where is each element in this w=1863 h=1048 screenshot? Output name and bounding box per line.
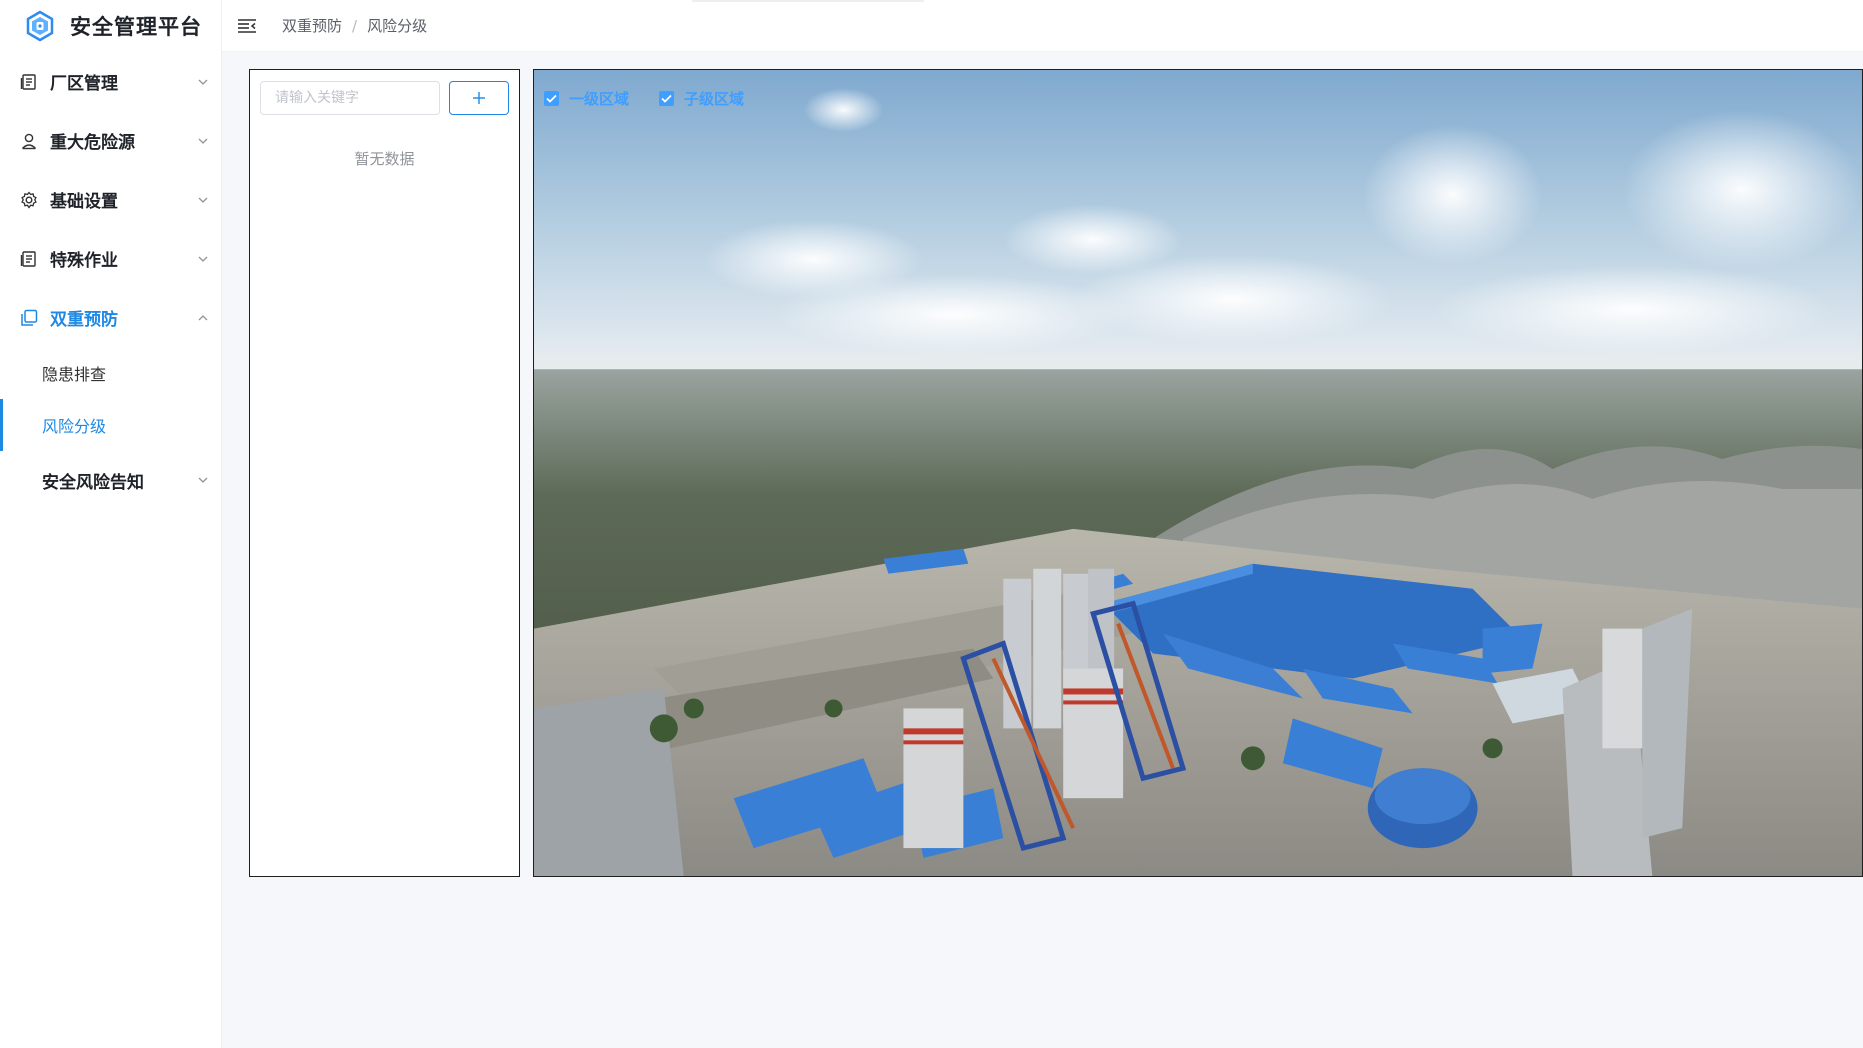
document-icon bbox=[20, 250, 38, 268]
sidebar-item-special-work[interactable]: 特殊作业 bbox=[0, 229, 221, 288]
sidebar-item-label: 厂区管理 bbox=[50, 74, 118, 94]
breadcrumb-item[interactable]: 双重预防 bbox=[282, 15, 342, 36]
layer-checkbox-label: 子级区域 bbox=[684, 90, 745, 108]
sidebar-item-label: 特殊作业 bbox=[50, 251, 118, 271]
sidebar-subitem-risk-grading[interactable]: 风险分级 bbox=[0, 399, 221, 451]
sidebar-item-label: 重大危险源 bbox=[50, 133, 135, 153]
add-area-button[interactable] bbox=[449, 81, 509, 115]
sidebar-item-hazard-source[interactable]: 重大危险源 bbox=[0, 111, 221, 170]
breadcrumb-separator: / bbox=[352, 16, 358, 35]
app-title: 安全管理平台 bbox=[70, 15, 202, 39]
logo: 安全管理平台 bbox=[0, 0, 221, 52]
checkbox-checked-icon[interactable] bbox=[544, 91, 559, 106]
chevron-down-icon bbox=[197, 194, 209, 206]
sidebar-item-label: 安全风险告知 bbox=[42, 472, 144, 493]
sidebar-item-basic-settings[interactable]: 基础设置 bbox=[0, 170, 221, 229]
sidebar-item-dual-prevention[interactable]: 双重预防 bbox=[0, 288, 221, 347]
area-tree-panel: 暂无数据 bbox=[249, 69, 520, 877]
3d-scene-panel[interactable]: 一级区域 子级区域 bbox=[533, 69, 1863, 877]
chevron-down-icon bbox=[197, 76, 209, 88]
header-decoration bbox=[692, 0, 924, 2]
layer-checkbox-primary[interactable]: 一级区域 bbox=[544, 88, 629, 109]
chevron-down-icon bbox=[197, 253, 209, 265]
keyword-search-input[interactable] bbox=[260, 81, 440, 115]
chevron-down-icon bbox=[197, 135, 209, 147]
breadcrumb: 双重预防 / 风险分级 bbox=[282, 15, 427, 36]
checkbox-checked-icon[interactable] bbox=[659, 91, 675, 106]
shield-logo-icon bbox=[24, 10, 56, 42]
copy-icon bbox=[20, 309, 38, 327]
factory-3d-scene[interactable] bbox=[534, 70, 1862, 876]
empty-state-text: 暂无数据 bbox=[354, 150, 415, 168]
sidebar-item-label: 双重预防 bbox=[50, 310, 118, 330]
chevron-down-icon bbox=[197, 474, 209, 486]
top-header: 双重预防 / 风险分级 bbox=[222, 0, 1863, 52]
sidebar-item-risk-notice[interactable]: 安全风险告知 bbox=[0, 451, 221, 509]
main-content: 暂无数据 bbox=[222, 52, 1863, 1048]
gear-icon bbox=[20, 190, 38, 209]
sidebar-item-label: 基础设置 bbox=[50, 192, 118, 212]
sidebar-subitem-hazard-check[interactable]: 隐患排查 bbox=[0, 347, 221, 399]
layer-toggle-group: 一级区域 子级区域 bbox=[544, 88, 774, 109]
sidebar-item-factory[interactable]: 厂区管理 bbox=[0, 52, 221, 111]
plus-icon bbox=[473, 92, 485, 104]
document-icon bbox=[20, 73, 38, 91]
sidebar-menu: 厂区管理 重大危险源 基础设置 特殊作业 双重预防 隐患排查 风险分级 安全风险… bbox=[0, 52, 221, 509]
user-icon bbox=[20, 132, 38, 150]
layer-checkbox-label: 一级区域 bbox=[569, 90, 630, 108]
breadcrumb-current: 风险分级 bbox=[367, 17, 428, 35]
menu-fold-icon[interactable] bbox=[236, 15, 258, 37]
layer-checkbox-child[interactable]: 子级区域 bbox=[659, 88, 744, 109]
sidebar: 安全管理平台 厂区管理 重大危险源 基础设置 特殊作业 双重预防 隐患排查 风险… bbox=[0, 0, 222, 1048]
chevron-up-icon bbox=[197, 312, 209, 324]
